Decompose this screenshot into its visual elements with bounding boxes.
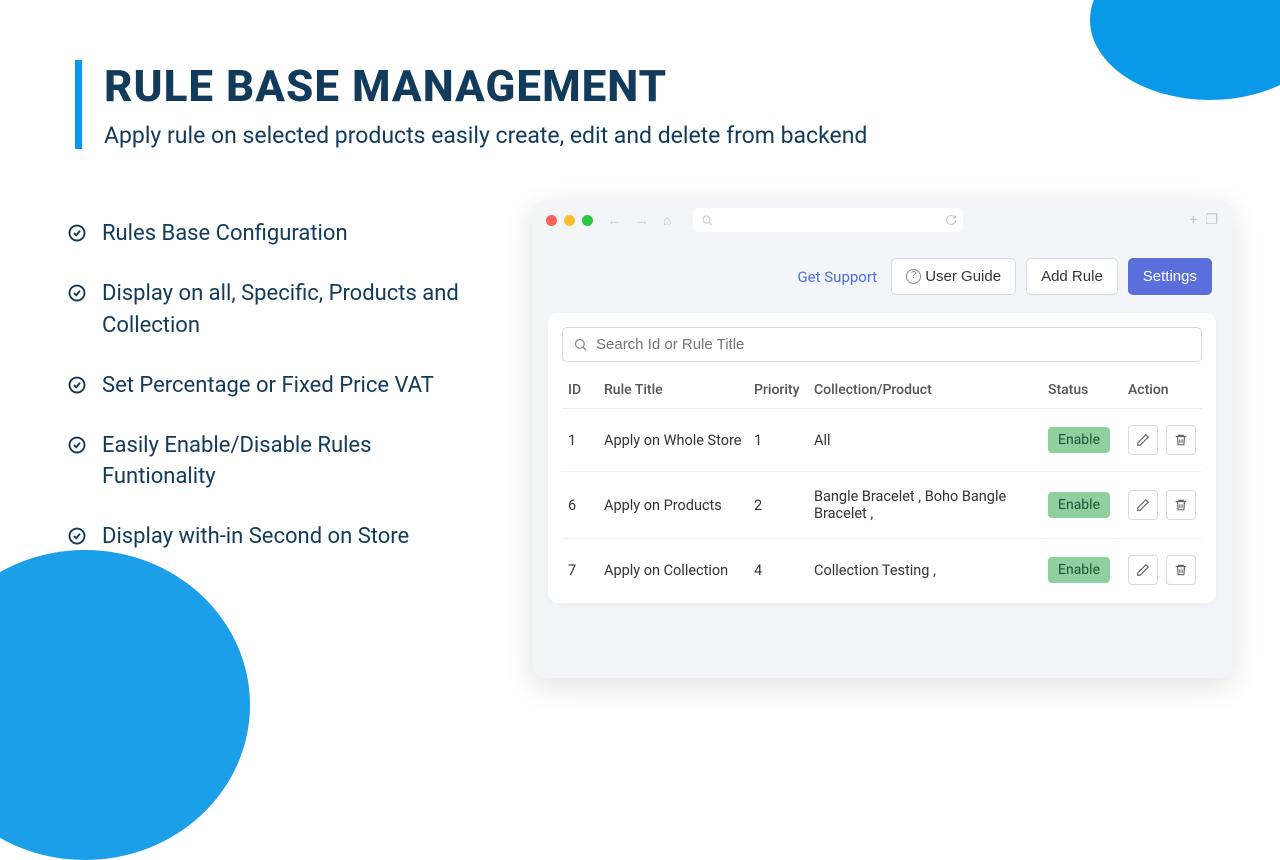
- table-row: 1 Apply on Whole Store 1 All Enable: [562, 409, 1202, 472]
- minimize-icon[interactable]: [564, 215, 575, 226]
- maximize-icon[interactable]: [582, 215, 593, 226]
- search-wrapper: [562, 327, 1202, 362]
- checkmark-icon: [68, 224, 86, 242]
- edit-button[interactable]: [1128, 555, 1158, 585]
- feature-text: Rules Base Configuration: [102, 218, 348, 250]
- table-row: 7 Apply on Collection 4 Collection Testi…: [562, 539, 1202, 602]
- cell-id: 1: [562, 409, 598, 472]
- checkmark-icon: [68, 284, 86, 302]
- window-controls: [546, 215, 593, 226]
- pencil-icon: [1136, 433, 1150, 447]
- trash-icon: [1174, 563, 1188, 577]
- settings-button[interactable]: Settings: [1128, 258, 1212, 295]
- feature-item: Easily Enable/Disable Rules Funtionality: [68, 430, 488, 494]
- decoration-blob-bottom-left: [0, 550, 250, 860]
- search-icon: [573, 337, 588, 352]
- checkmark-icon: [68, 376, 86, 394]
- feature-item: Display with-in Second on Store: [68, 521, 488, 553]
- cell-status: Enable: [1042, 409, 1122, 472]
- page-title: RULE BASE MANAGEMENT: [104, 60, 867, 112]
- cell-status: Enable: [1042, 472, 1122, 539]
- browser-window: ← → ⌂ + ❐ Get Support ? User Guide Add R…: [532, 200, 1232, 678]
- user-guide-button[interactable]: ? User Guide: [891, 258, 1016, 295]
- feature-text: Display on all, Specific, Products and C…: [102, 278, 488, 342]
- delete-button[interactable]: [1166, 555, 1196, 585]
- home-icon[interactable]: ⌂: [663, 212, 671, 229]
- search-icon: [701, 214, 713, 226]
- feature-text: Display with-in Second on Store: [102, 521, 409, 553]
- page-subtitle: Apply rule on selected products easily c…: [104, 122, 867, 149]
- feature-item: Display on all, Specific, Products and C…: [68, 278, 488, 342]
- feature-text: Easily Enable/Disable Rules Funtionality: [102, 430, 488, 494]
- col-collection: Collection/Product: [808, 372, 1042, 409]
- col-title: Rule Title: [598, 372, 748, 409]
- page-header: RULE BASE MANAGEMENT Apply rule on selec…: [75, 60, 867, 149]
- refresh-icon[interactable]: [945, 211, 957, 230]
- trash-icon: [1174, 433, 1188, 447]
- cell-collection: Bangle Bracelet , Boho Bangle Bracelet ,: [808, 472, 1042, 539]
- search-input[interactable]: [596, 336, 1191, 353]
- rules-card: ID Rule Title Priority Collection/Produc…: [548, 313, 1216, 603]
- status-badge: Enable: [1048, 557, 1110, 583]
- cell-action: [1122, 539, 1202, 602]
- back-icon[interactable]: ←: [607, 212, 621, 229]
- col-priority: Priority: [748, 372, 808, 409]
- delete-button[interactable]: [1166, 425, 1196, 455]
- col-status: Status: [1042, 372, 1122, 409]
- feature-list: Rules Base Configuration Display on all,…: [68, 218, 488, 581]
- status-badge: Enable: [1048, 427, 1110, 453]
- pencil-icon: [1136, 563, 1150, 577]
- cell-action: [1122, 472, 1202, 539]
- add-rule-button[interactable]: Add Rule: [1026, 258, 1118, 295]
- cell-priority: 2: [748, 472, 808, 539]
- cell-collection: All: [808, 409, 1042, 472]
- cell-id: 6: [562, 472, 598, 539]
- col-action: Action: [1122, 372, 1202, 409]
- cell-title: Apply on Products: [598, 472, 748, 539]
- pencil-icon: [1136, 498, 1150, 512]
- new-tab-icon[interactable]: +: [1189, 212, 1197, 228]
- checkmark-icon: [68, 527, 86, 545]
- cell-priority: 4: [748, 539, 808, 602]
- cell-title: Apply on Whole Store: [598, 409, 748, 472]
- browser-titlebar: ← → ⌂ + ❐: [532, 200, 1232, 240]
- trash-icon: [1174, 498, 1188, 512]
- cell-id: 7: [562, 539, 598, 602]
- cell-action: [1122, 409, 1202, 472]
- feature-item: Set Percentage or Fixed Price VAT: [68, 370, 488, 402]
- url-bar[interactable]: [693, 208, 963, 232]
- edit-button[interactable]: [1128, 490, 1158, 520]
- col-id: ID: [562, 372, 598, 409]
- table-row: 6 Apply on Products 2 Bangle Bracelet , …: [562, 472, 1202, 539]
- edit-button[interactable]: [1128, 425, 1158, 455]
- cell-collection: Collection Testing ,: [808, 539, 1042, 602]
- delete-button[interactable]: [1166, 490, 1196, 520]
- cell-status: Enable: [1042, 539, 1122, 602]
- feature-item: Rules Base Configuration: [68, 218, 488, 250]
- user-guide-label: User Guide: [925, 268, 1001, 285]
- app-toolbar: Get Support ? User Guide Add Rule Settin…: [532, 240, 1232, 313]
- copy-icon[interactable]: ❐: [1205, 212, 1218, 228]
- cell-title: Apply on Collection: [598, 539, 748, 602]
- checkmark-icon: [68, 436, 86, 454]
- decoration-blob-top-right: [1090, 0, 1280, 100]
- rules-table: ID Rule Title Priority Collection/Produc…: [562, 372, 1202, 601]
- status-badge: Enable: [1048, 492, 1110, 518]
- cell-priority: 1: [748, 409, 808, 472]
- forward-icon[interactable]: →: [635, 212, 649, 229]
- get-support-link[interactable]: Get Support: [797, 268, 877, 286]
- feature-text: Set Percentage or Fixed Price VAT: [102, 370, 434, 402]
- help-icon: ?: [906, 269, 921, 284]
- close-icon[interactable]: [546, 215, 557, 226]
